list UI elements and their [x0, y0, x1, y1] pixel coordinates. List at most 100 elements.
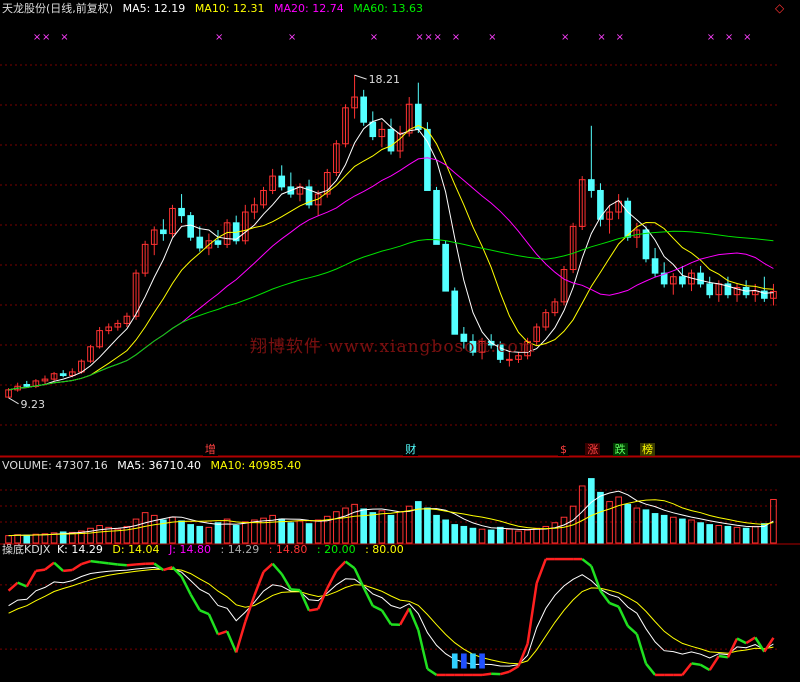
low-pointer [8, 397, 19, 405]
event-flag[interactable]: 榜 [639, 443, 655, 456]
volume-bar-down [651, 513, 659, 544]
volume-bar-down [214, 522, 222, 544]
volume-bar-up [688, 519, 695, 544]
volume-bar-down [460, 525, 468, 544]
kdj-j-segment [736, 637, 747, 645]
volume-bar-up [733, 526, 741, 544]
kdj-j-segment [44, 561, 55, 571]
kdj-j-segment [517, 643, 529, 667]
signal-mark: × [42, 32, 50, 43]
kdj-j-label: J: 14.80 [169, 543, 211, 556]
kdj-j-segment [581, 558, 593, 568]
signal-mark: × [707, 32, 715, 43]
ma20-label: MA20: 12.74 [274, 2, 344, 15]
event-flag[interactable]: 增 [202, 443, 218, 456]
kdj-j-segment [25, 570, 37, 588]
event-flag[interactable]: 跌 [612, 443, 628, 456]
candle-up [506, 358, 513, 361]
kdj-j-segment [308, 607, 319, 612]
volume-bar-up [314, 519, 322, 544]
candle-down [360, 96, 368, 123]
kdj-j-segment [207, 613, 220, 635]
volume-bar-down [588, 478, 595, 544]
volume-bar-up [396, 511, 404, 544]
volume-bar-down [360, 508, 368, 544]
volume-bar-up [296, 520, 304, 544]
volume-bar-up [169, 516, 176, 544]
kdj-j-segment [99, 561, 109, 565]
high-price-label: 18.21 [369, 73, 401, 86]
kdj-j-segment [189, 593, 201, 611]
diamond-icon[interactable]: ◇ [775, 1, 784, 15]
event-flag[interactable]: $ [558, 443, 569, 456]
volume-bar-up [551, 522, 559, 544]
volume-bar-up [378, 510, 386, 544]
candle-down [369, 121, 377, 138]
signal-mark: × [743, 32, 751, 43]
kdj-j-segment [380, 609, 393, 626]
signal-mark: × [415, 32, 423, 43]
kdj-j-segment [63, 568, 73, 573]
volume-bar-up [333, 511, 340, 544]
volume-bar-up [32, 533, 40, 544]
kdj-j-segment [718, 654, 729, 659]
volume-bar-up [105, 526, 113, 544]
ma5-label: MA5: 12.19 [122, 2, 186, 15]
candle-down [178, 207, 185, 217]
volume-bar-down [706, 524, 714, 544]
volume-bar-up [506, 528, 513, 544]
bottom-signal-bar [479, 653, 485, 669]
kdj-j-segment [699, 663, 711, 672]
volume-bar-down [23, 534, 31, 544]
volume-bar-up [150, 514, 158, 544]
candle-down [451, 290, 459, 335]
volume-bar-down [642, 509, 650, 544]
kdj-j-segment [199, 609, 210, 616]
kdj-j-segment [526, 582, 538, 645]
volume-bar-up [14, 534, 21, 544]
low-price-label: 9.23 [21, 398, 46, 411]
volume-bar-up [351, 503, 358, 544]
candle-down [196, 236, 204, 249]
kdj-j-segment [35, 568, 46, 573]
kdj-j-segment [609, 601, 620, 608]
bottom-signal-bar [470, 653, 476, 669]
event-flag[interactable]: 涨 [585, 443, 601, 456]
kdj-j-segment [290, 588, 301, 592]
volume-panel[interactable] [5, 478, 777, 544]
volume-bar-down [496, 526, 504, 544]
watermark: 翔博软件 www.xiangbosoft.com [250, 337, 536, 357]
volume-bar-down [369, 512, 377, 544]
kdj-j-segment [626, 624, 638, 636]
bottom-signal-bar [461, 653, 467, 669]
event-flag[interactable]: 财 [403, 443, 419, 456]
kdj-j-segment [81, 559, 91, 566]
kdj-v2-label: : 14.80 [268, 543, 308, 556]
volume-bar-up [96, 525, 103, 544]
kdj-j-segment [135, 562, 146, 566]
kdj-j-segment [271, 562, 283, 575]
volume-bar-up [205, 526, 213, 544]
candle-down [706, 283, 714, 296]
volume-bar-down [196, 525, 204, 544]
signal-mark: × [288, 32, 296, 43]
volume-bar-up [132, 518, 140, 544]
candle-down [651, 258, 659, 274]
volume-bar-up [751, 525, 759, 544]
kdj-j-segment [508, 665, 520, 673]
kdj-j-segment [599, 590, 611, 604]
kdj-j-segment [617, 606, 629, 627]
volume-bar-down [469, 527, 477, 544]
volume-bar-up [251, 519, 258, 544]
volume-bar-up [241, 521, 249, 544]
kdj-panel[interactable] [7, 557, 775, 677]
kdj-j-segment [372, 604, 383, 612]
signal-mark: × [215, 32, 223, 43]
kdj-j-segment [681, 662, 693, 676]
kdj-j-segment [535, 558, 547, 584]
kdj-j-segment [590, 565, 602, 592]
candle-down [160, 229, 167, 235]
kdj-j-segment [53, 561, 65, 572]
kdj-j-segment [235, 621, 247, 653]
volume-bar-down [232, 525, 240, 544]
